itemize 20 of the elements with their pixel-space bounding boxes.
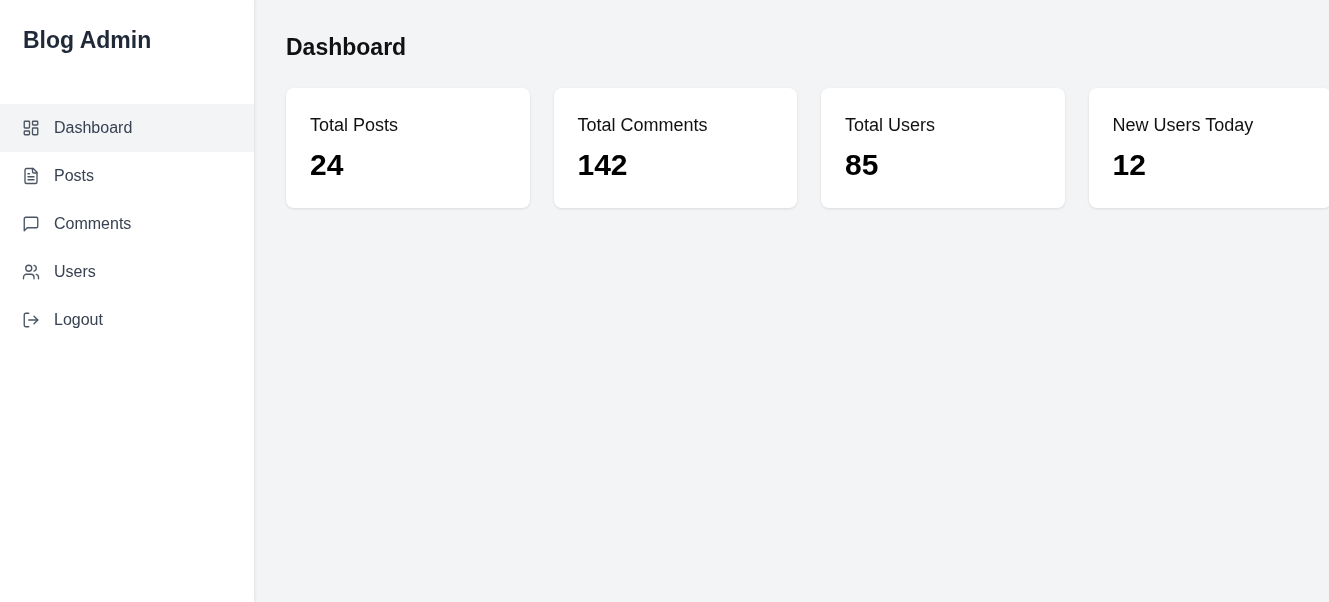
users-icon [22,263,40,281]
stat-label: New Users Today [1112,114,1255,136]
stat-label: Total Posts [310,114,400,136]
speech-bubble-icon [22,215,40,233]
stat-label: Total Comments [577,114,709,136]
logout-icon [22,311,40,329]
nav-item[interactable]: Dashboard [0,104,254,152]
document-icon [22,167,40,185]
nav-item[interactable]: Comments [0,200,254,248]
dashboard-grid-icon [22,119,40,137]
nav-item[interactable]: Posts [0,152,254,200]
page-title: Dashboard [286,33,408,61]
nav-item[interactable]: Logout [0,296,254,344]
stat-value: 142 [577,147,629,183]
stat-value: 12 [1112,147,1147,183]
stat-value: 24 [310,147,345,183]
nav-item[interactable]: Users [0,248,254,296]
stat-label: Total Users [845,114,937,136]
app-title: Blog Admin [22,26,153,54]
stat-value: 85 [845,147,880,183]
